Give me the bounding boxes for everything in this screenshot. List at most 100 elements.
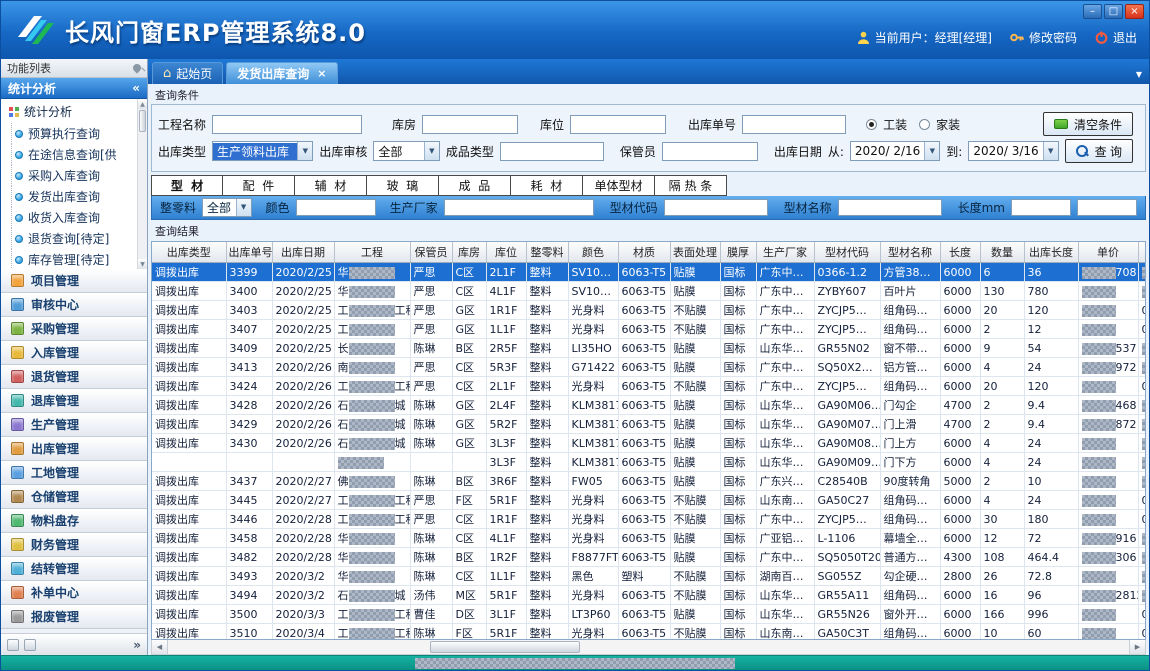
search-button[interactable]: 查 询 xyxy=(1065,139,1133,163)
sidebar-item-出库管理[interactable]: 出库管理 xyxy=(1,437,147,461)
date-from-picker[interactable]: 2020/ 2/16 ▼ xyxy=(850,141,940,161)
combo-arrow-icon[interactable]: ▼ xyxy=(924,142,939,160)
sidebar-item-补单中心[interactable]: 补单中心 xyxy=(1,581,147,605)
column-header[interactable]: 型材代码 xyxy=(814,242,880,263)
scroll-left-icon[interactable]: ◀ xyxy=(152,640,168,654)
tree-scrollbar[interactable]: ▲ ▼ xyxy=(137,99,147,269)
table-row[interactable]: 调拨出库34242020/2/26工工程严思C区2L1F整料光身料6063-T5… xyxy=(152,377,1146,396)
combo-arrow-icon[interactable]: ▼ xyxy=(236,199,251,216)
order-no-input[interactable] xyxy=(742,115,846,134)
whole-piece-select[interactable]: 全部 ▼ xyxy=(202,198,252,217)
table-row[interactable]: 调拨出库34032020/2/25工工程严思G区1R1F整料光身料6063-T5… xyxy=(152,301,1146,320)
table-row[interactable]: 调拨出库34452020/2/27工工程严思F区5R1F整料光身料6063-T5… xyxy=(152,491,1146,510)
column-header[interactable]: 金 xyxy=(1138,242,1146,263)
table-row[interactable]: 调拨出库34002020/2/25华严思C区4L1F整料SV10…6063-T5… xyxy=(152,282,1146,301)
material-tab-配件[interactable]: 配 件 xyxy=(223,175,295,196)
sidebar-item-仓储管理[interactable]: 仓储管理 xyxy=(1,485,147,509)
column-header[interactable]: 表面处理 xyxy=(670,242,720,263)
pin-icon[interactable] xyxy=(131,62,142,73)
tree-item[interactable]: 发货出库查询 xyxy=(1,186,147,207)
tree-scroll-down-icon[interactable]: ▼ xyxy=(138,259,147,269)
table-row[interactable]: 调拨出库34282020/2/26石城陈琳G区2L4F整料KLM38176063… xyxy=(152,396,1146,415)
column-header[interactable]: 数量 xyxy=(980,242,1024,263)
product-type-input[interactable] xyxy=(500,142,604,161)
table-row[interactable]: 调拨出库34942020/3/2石城汤伟M区5R1F整料光身料6063-T5不贴… xyxy=(152,586,1146,605)
color-input[interactable] xyxy=(296,199,376,216)
tree-root-statistics[interactable]: 统计分析 xyxy=(1,101,147,123)
desktop-view-icon[interactable] xyxy=(24,639,36,651)
manufacturer-input[interactable] xyxy=(444,199,594,216)
sidebar-item-入库管理[interactable]: 入库管理 xyxy=(1,341,147,365)
material-tab-型材[interactable]: 型 材 xyxy=(151,175,223,196)
column-header[interactable]: 材质 xyxy=(618,242,670,263)
material-tab-耗材[interactable]: 耗 材 xyxy=(511,175,583,196)
column-header[interactable]: 型材名称 xyxy=(880,242,940,263)
warehouse-input[interactable] xyxy=(422,115,518,134)
tab-list-caret-icon[interactable]: ▼ xyxy=(1136,70,1142,79)
radio-gongzhuang[interactable] xyxy=(866,119,877,130)
table-row[interactable]: 3L3F整料KLM38176063-T5贴膜国标山东华…GA90M09…门下方6… xyxy=(152,453,1146,472)
table-row[interactable]: 调拨出库34292020/2/26石城陈琳G区5R2F整料KLM38176063… xyxy=(152,415,1146,434)
outbound-type-select[interactable]: 生产领料出库 ▼ xyxy=(212,141,313,161)
table-row[interactable]: 调拨出库33992020/2/25华严思C区2L1F整料SV10…6063-T5… xyxy=(152,263,1146,282)
location-input[interactable] xyxy=(570,115,666,134)
tree-item[interactable]: 收货入库查询 xyxy=(1,207,147,228)
table-row[interactable]: 调拨出库34132020/2/26南严思C区5R3F整料G714226063-T… xyxy=(152,358,1146,377)
table-row[interactable]: 调拨出库34092020/2/25长陈琳B区2R5F整料LI35HO6063-T… xyxy=(152,339,1146,358)
tree-item[interactable]: 在途信息查询[供 xyxy=(1,144,147,165)
horizontal-scrollbar[interactable]: ◀ ▶ xyxy=(151,640,1146,655)
close-tab-icon[interactable]: × xyxy=(317,67,326,80)
column-header[interactable]: 颜色 xyxy=(568,242,618,263)
tree-item[interactable]: 退货查询[待定] xyxy=(1,228,147,249)
close-button[interactable]: × xyxy=(1125,4,1144,19)
table-row[interactable]: 调拨出库34302020/2/26石城陈琳G区3L3F整料KLM38176063… xyxy=(152,434,1146,453)
scroll-right-icon[interactable]: ▶ xyxy=(1129,640,1145,654)
column-header[interactable]: 工程 xyxy=(334,242,410,263)
material-tab-单体型材[interactable]: 单体型材 xyxy=(583,175,655,196)
tree-scroll-up-icon[interactable]: ▲ xyxy=(138,99,147,109)
date-to-picker[interactable]: 2020/ 3/16 ▼ xyxy=(968,141,1058,161)
column-header[interactable]: 生产厂家 xyxy=(756,242,814,263)
sidebar-item-财务管理[interactable]: 财务管理 xyxy=(1,533,147,557)
scroll-thumb[interactable] xyxy=(430,641,580,653)
maximize-button[interactable]: □ xyxy=(1104,4,1123,19)
column-header[interactable]: 保管员 xyxy=(410,242,452,263)
tree-scroll-thumb[interactable] xyxy=(139,110,146,132)
column-header[interactable]: 库房 xyxy=(452,242,486,263)
column-header[interactable]: 出库长度 xyxy=(1024,242,1078,263)
material-tab-玻璃[interactable]: 玻 璃 xyxy=(367,175,439,196)
combo-arrow-icon[interactable]: ▼ xyxy=(297,142,312,160)
column-header[interactable]: 膜厚 xyxy=(720,242,756,263)
collapse-icon[interactable]: « xyxy=(132,81,140,95)
column-header[interactable]: 整零料 xyxy=(526,242,568,263)
material-tab-成品[interactable]: 成 品 xyxy=(439,175,511,196)
tree-item[interactable]: 采购入库查询 xyxy=(1,165,147,186)
length-max-input[interactable] xyxy=(1077,199,1137,216)
table-row[interactable]: 调拨出库34072020/2/25工严思G区1L1F整料光身料6063-T5不贴… xyxy=(152,320,1146,339)
profile-name-input[interactable] xyxy=(838,199,942,216)
column-header[interactable]: 库位 xyxy=(486,242,526,263)
column-header[interactable]: 出库类型 xyxy=(152,242,226,263)
table-row[interactable]: 调拨出库34822020/2/28华陈琳B区1R2F整料F8877FT6063-… xyxy=(152,548,1146,567)
scroll-track[interactable] xyxy=(168,640,1129,654)
sidebar-item-结转管理[interactable]: 结转管理 xyxy=(1,557,147,581)
table-row[interactable]: 调拨出库34932020/3/2华陈琳C区1L1F整料黑色塑料不贴膜国标湖南百…… xyxy=(152,567,1146,586)
logout-button[interactable]: 退出 xyxy=(1095,29,1137,46)
sidebar-item-工地管理[interactable]: 工地管理 xyxy=(1,461,147,485)
tab-起始页[interactable]: ⌂起始页 xyxy=(152,62,223,84)
material-tab-隔热条[interactable]: 隔 热 条 xyxy=(655,175,727,196)
project-name-input[interactable] xyxy=(212,115,362,134)
tree-item[interactable]: 库存管理[待定] xyxy=(1,249,147,269)
form-view-icon[interactable] xyxy=(7,639,19,651)
material-tab-辅材[interactable]: 辅 材 xyxy=(295,175,367,196)
profile-code-input[interactable] xyxy=(664,199,768,216)
column-header[interactable]: 出库日期 xyxy=(272,242,334,263)
tree-item[interactable]: 预算执行查询 xyxy=(1,123,147,144)
tab-发货出库查询[interactable]: 发货出库查询× xyxy=(226,62,337,84)
sidebar-section-statistics[interactable]: 统计分析 « xyxy=(1,78,147,99)
table-row[interactable]: 调拨出库35002020/3/3工工程曹佳D区3L1F整料LT3P606063-… xyxy=(152,605,1146,624)
column-header[interactable]: 长度 xyxy=(940,242,980,263)
sidebar-item-采购管理[interactable]: 采购管理 xyxy=(1,317,147,341)
combo-arrow-icon[interactable]: ▼ xyxy=(1043,142,1058,160)
sidebar-item-物料盘存[interactable]: 物料盘存 xyxy=(1,509,147,533)
